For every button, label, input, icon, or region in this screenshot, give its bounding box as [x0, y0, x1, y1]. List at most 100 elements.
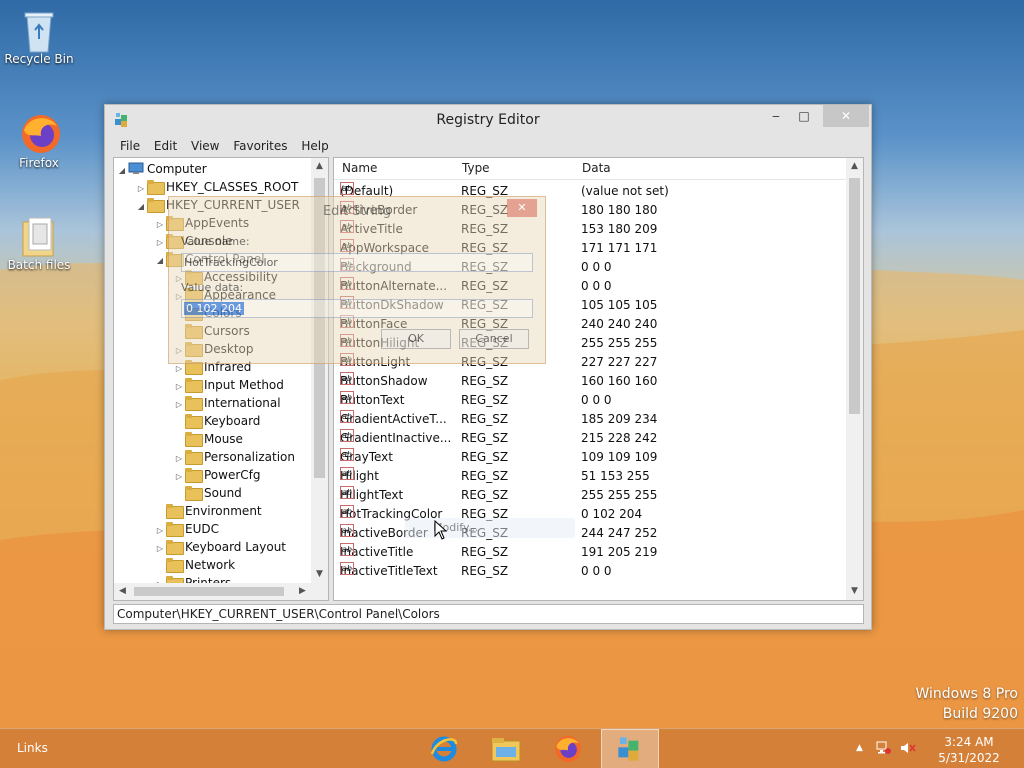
- taskbar-file-explorer[interactable]: [479, 729, 533, 768]
- ok-button[interactable]: OK: [381, 329, 451, 349]
- value-data-cell: 185 209 234: [581, 412, 658, 426]
- list-vertical-scrollbar[interactable]: ▲ ▼: [846, 158, 863, 600]
- tree-node[interactable]: Sound: [173, 484, 242, 502]
- folder-icon: [147, 198, 165, 213]
- menu-file[interactable]: File: [115, 135, 145, 157]
- value-data-field[interactable]: 0 102 204: [181, 299, 533, 318]
- folder-icon: [185, 378, 203, 393]
- scroll-up-icon[interactable]: ▲: [311, 158, 328, 175]
- string-value-icon: ab: [340, 429, 354, 442]
- scroll-left-icon[interactable]: ◀: [114, 583, 131, 600]
- tree-node-label: International: [204, 396, 281, 410]
- value-name-text: GradientActiveT...: [340, 412, 447, 426]
- tree-node[interactable]: Network: [154, 556, 235, 574]
- desktop-icon-firefox[interactable]: Firefox: [1, 112, 77, 170]
- scroll-down-icon[interactable]: ▼: [846, 583, 863, 600]
- mouse-pointer-icon: [434, 520, 448, 540]
- string-value-icon: ab: [340, 562, 354, 575]
- scroll-thumb[interactable]: [849, 178, 860, 414]
- registry-editor-window[interactable]: Registry Editor ‒ □ ✕ File Edit View Fav…: [104, 104, 872, 630]
- value-row[interactable]: ab InactiveTitle REG_SZ 191 205 219: [334, 543, 846, 562]
- value-name-field[interactable]: HotTrackingColor: [181, 253, 533, 272]
- string-value-icon: ab: [340, 372, 354, 385]
- tree-node[interactable]: ▷ Keyboard Layout: [154, 538, 286, 556]
- folder-icon: [166, 522, 184, 537]
- menu-favorites[interactable]: Favorites: [228, 135, 292, 157]
- scroll-up-icon[interactable]: ▲: [846, 158, 863, 175]
- taskbar-internet-explorer[interactable]: [417, 729, 471, 768]
- window-title: Registry Editor: [436, 112, 540, 128]
- expand-arrow-icon[interactable]: ◢: [116, 162, 128, 180]
- tree-node[interactable]: Environment: [154, 502, 262, 520]
- desktop-icon-recycle-bin[interactable]: Recycle Bin: [1, 8, 77, 66]
- desktop-icon-batch-files[interactable]: Batch files: [1, 214, 77, 272]
- value-row[interactable]: ab ButtonShadow REG_SZ 160 160 160: [334, 372, 846, 391]
- links-toolbar[interactable]: Links: [17, 741, 48, 755]
- value-name-cell: ab ButtonText: [340, 391, 404, 410]
- volume-muted-icon[interactable]: [900, 741, 916, 758]
- value-type-cell: REG_SZ: [461, 412, 509, 426]
- tree-node-label: Input Method: [204, 378, 284, 392]
- edit-string-dialog[interactable]: Edit String ✕ Value name: HotTrackingCol…: [168, 196, 546, 364]
- network-icon[interactable]: [876, 741, 892, 758]
- value-name-text: GradientInactive...: [340, 431, 452, 445]
- title-bar[interactable]: Registry Editor ‒ □ ✕: [105, 105, 871, 135]
- minimize-button[interactable]: ‒: [761, 105, 791, 127]
- expand-arrow-icon[interactable]: ◢: [154, 252, 166, 270]
- folder-icon: [166, 558, 184, 573]
- value-data-cell: 191 205 219: [581, 545, 658, 559]
- dialog-close-button[interactable]: ✕: [507, 199, 537, 217]
- expand-arrow-icon[interactable]: ◢: [135, 198, 147, 216]
- maximize-button[interactable]: □: [789, 105, 819, 127]
- close-button[interactable]: ✕: [823, 105, 869, 127]
- menu-edit[interactable]: Edit: [149, 135, 182, 157]
- tree-node[interactable]: ▷ HKEY_CLASSES_ROOT: [135, 178, 298, 196]
- value-row[interactable]: ab GradientActiveT... REG_SZ 185 209 234: [334, 410, 846, 429]
- tree-node[interactable]: ◢ Computer: [116, 160, 207, 178]
- context-menu-modify[interactable]: Modify...: [405, 518, 575, 538]
- taskbar-registry-editor[interactable]: [601, 729, 659, 768]
- value-row[interactable]: ab ButtonText REG_SZ 0 0 0: [334, 391, 846, 410]
- value-type-cell: REG_SZ: [461, 431, 509, 445]
- value-type-cell: REG_SZ: [461, 374, 509, 388]
- cancel-button[interactable]: Cancel: [459, 329, 529, 349]
- registry-editor-icon: [618, 737, 639, 761]
- tree-node-label: Sound: [204, 486, 242, 500]
- value-row[interactable]: ab GradientInactive... REG_SZ 215 228 242: [334, 429, 846, 448]
- scroll-thumb[interactable]: [134, 587, 284, 596]
- menu-view[interactable]: View: [186, 135, 224, 157]
- value-row[interactable]: ab Hilight REG_SZ 51 153 255: [334, 467, 846, 486]
- tree-node[interactable]: ▷ Input Method: [173, 376, 284, 394]
- scroll-right-icon[interactable]: ▶: [294, 583, 311, 600]
- tree-node-label: Environment: [185, 504, 262, 518]
- file-explorer-icon: [491, 738, 521, 762]
- build-text: Build 9200: [942, 706, 1018, 722]
- column-header-type[interactable]: Type: [462, 161, 490, 175]
- tree-node[interactable]: ▷ PowerCfg: [173, 466, 261, 484]
- value-data-cell: 160 160 160: [581, 374, 658, 388]
- column-header-data[interactable]: Data: [582, 161, 611, 175]
- clock[interactable]: 3:24 AM 5/31/2022: [934, 734, 1004, 766]
- tree-node[interactable]: ▷ Personalization: [173, 448, 295, 466]
- tree-node[interactable]: ▷ International: [173, 394, 281, 412]
- recycle-bin-icon: [19, 8, 59, 53]
- system-tray: ▲ 3:24 AM 5/31/2022: [854, 729, 1024, 768]
- tree-node[interactable]: ▷ EUDC: [154, 520, 219, 538]
- string-value-icon: ab: [340, 182, 354, 195]
- value-row[interactable]: ab HilightText REG_SZ 255 255 255: [334, 486, 846, 505]
- taskbar-firefox[interactable]: [541, 729, 595, 768]
- tree-node[interactable]: Mouse: [173, 430, 243, 448]
- value-data-cell: 0 0 0: [581, 393, 612, 407]
- value-row[interactable]: ab GrayText REG_SZ 109 109 109: [334, 448, 846, 467]
- scroll-down-icon[interactable]: ▼: [311, 566, 328, 583]
- tree-horizontal-scrollbar[interactable]: ◀ ▶: [114, 583, 328, 600]
- tree-node[interactable]: Keyboard: [173, 412, 260, 430]
- value-data-cell: 255 255 255: [581, 336, 658, 350]
- menu-help[interactable]: Help: [296, 135, 333, 157]
- value-name-cell: ab GradientInactive...: [340, 429, 451, 448]
- value-name-label: Value name:: [181, 235, 250, 248]
- show-hidden-icons-button[interactable]: ▲: [856, 743, 863, 753]
- internet-explorer-icon: [430, 736, 458, 762]
- column-header-name[interactable]: Name: [342, 161, 377, 175]
- value-row[interactable]: ab InactiveTitleText REG_SZ 0 0 0: [334, 562, 846, 581]
